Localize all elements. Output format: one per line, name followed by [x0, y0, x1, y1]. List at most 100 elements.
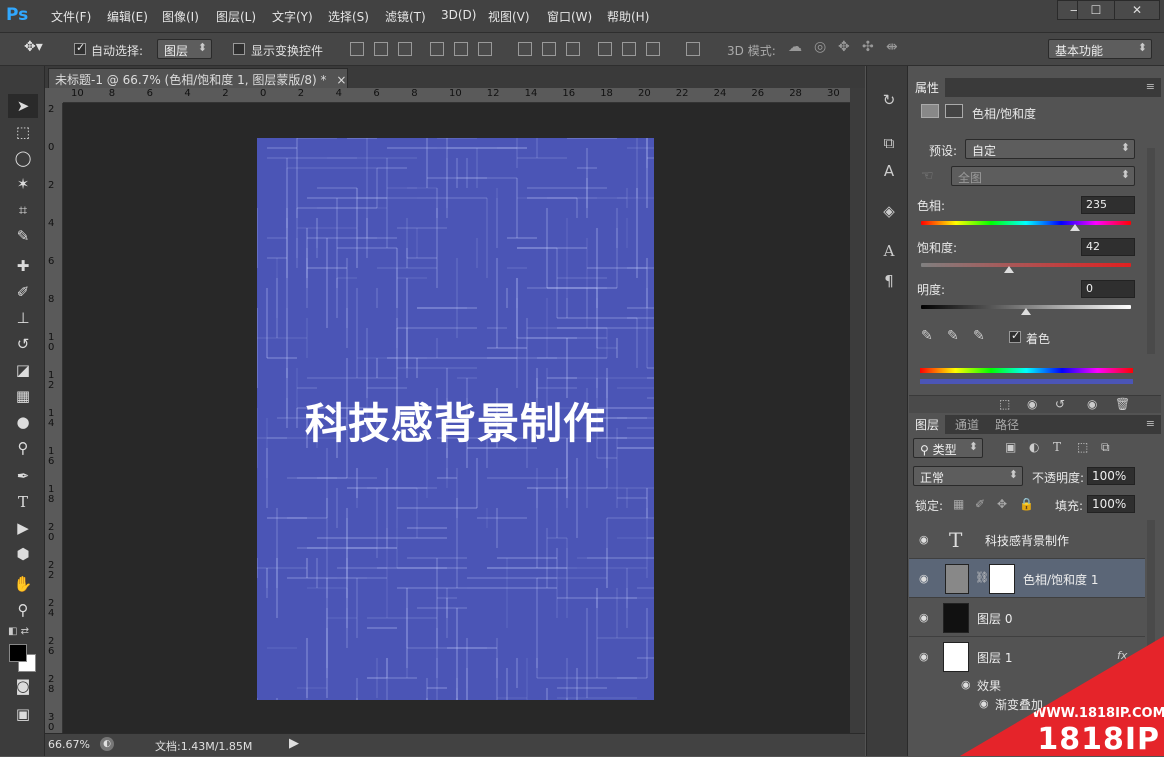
- preset-dropdown[interactable]: 自定: [965, 139, 1135, 159]
- view-previous-state-icon[interactable]: ◉: [1027, 397, 1037, 411]
- align-bottom-icon[interactable]: [398, 42, 412, 56]
- auto-align-icon[interactable]: [686, 42, 700, 56]
- quick-mask-icon[interactable]: ◙: [8, 674, 38, 698]
- 3d-slide-icon[interactable]: ✣: [862, 39, 874, 55]
- eyedropper-add-icon[interactable]: ✎: [947, 328, 959, 344]
- distribute-left-icon[interactable]: [598, 42, 612, 56]
- layer-filter-dropdown[interactable]: ⚲ 类型: [913, 438, 983, 458]
- history-brush-tool-icon[interactable]: ↺: [8, 332, 38, 356]
- align-vcenter-icon[interactable]: [374, 42, 388, 56]
- align-hcenter-icon[interactable]: [454, 42, 468, 56]
- status-info-icon[interactable]: ◐: [100, 737, 114, 751]
- filter-type-icon[interactable]: T: [1053, 440, 1061, 454]
- workspace-dropdown[interactable]: 基本功能: [1048, 39, 1152, 59]
- filter-adjustment-icon[interactable]: ◐: [1029, 440, 1039, 454]
- document-tab-close-icon[interactable]: ×: [336, 73, 346, 87]
- healing-brush-tool-icon[interactable]: ✚: [8, 254, 38, 278]
- menu-filter[interactable]: 滤镜(T): [385, 8, 426, 25]
- character-style-icon[interactable]: A: [877, 162, 901, 184]
- dodge-tool-icon[interactable]: ⚲: [8, 436, 38, 460]
- lasso-tool-icon[interactable]: ◯: [8, 146, 38, 170]
- menu-3d[interactable]: 3D(D): [441, 8, 476, 22]
- close-window-button[interactable]: ✕: [1114, 0, 1160, 20]
- lightness-input[interactable]: 0: [1081, 280, 1135, 298]
- hand-tool-icon[interactable]: ✋: [8, 572, 38, 596]
- lock-transparent-icon[interactable]: ▦: [953, 497, 964, 511]
- canvas-vertical-scrollbar[interactable]: [850, 88, 865, 733]
- saturation-slider-thumb[interactable]: [1004, 266, 1015, 273]
- distribute-right-icon[interactable]: [646, 42, 660, 56]
- pen-tool-icon[interactable]: ✒: [8, 464, 38, 488]
- clone-stamp-tool-icon[interactable]: ⊥: [8, 306, 38, 330]
- lock-position-icon[interactable]: ✥: [997, 497, 1007, 511]
- layer-row-layer0[interactable]: ◉ 图层 0: [909, 598, 1145, 637]
- actions-panel-icon[interactable]: ⧉: [877, 134, 901, 156]
- layer-row-text[interactable]: ◉ T 科技感背景制作: [909, 520, 1145, 559]
- visibility-eye-icon[interactable]: ◉: [919, 611, 929, 624]
- menu-select[interactable]: 选择(S): [328, 8, 369, 25]
- blend-mode-dropdown[interactable]: 正常: [913, 466, 1023, 486]
- eyedropper-tool-icon[interactable]: ✎: [8, 224, 38, 248]
- clip-to-layer-icon[interactable]: ⬚: [999, 397, 1010, 411]
- delete-adjustment-icon[interactable]: 🗑: [1115, 397, 1130, 411]
- colorize-checkbox[interactable]: [1009, 329, 1021, 343]
- targeted-adjustment-hand-icon[interactable]: ☜: [921, 168, 934, 184]
- distribute-top-icon[interactable]: [518, 42, 532, 56]
- 3d-orbit-icon[interactable]: ☁: [788, 39, 802, 55]
- default-colors-icon[interactable]: ◧ ⇄: [8, 626, 29, 637]
- filter-smart-object-icon[interactable]: ⧉: [1101, 440, 1110, 455]
- menu-view[interactable]: 视图(V): [488, 8, 530, 25]
- 3d-panel-icon[interactable]: ◈: [877, 202, 901, 224]
- auto-select-target-dropdown[interactable]: 图层: [157, 39, 212, 59]
- gradient-tool-icon[interactable]: ▦: [8, 384, 38, 408]
- layer-mask-icon[interactable]: [945, 104, 963, 118]
- toggle-visibility-icon[interactable]: ◉: [1087, 397, 1097, 411]
- lightness-slider-thumb[interactable]: [1021, 308, 1031, 315]
- document-canvas[interactable]: 科技感背景制作: [257, 138, 654, 700]
- distribute-bottom-icon[interactable]: [566, 42, 580, 56]
- menu-image[interactable]: 图像(I): [162, 8, 199, 25]
- filter-shape-icon[interactable]: ⬚: [1077, 440, 1088, 454]
- properties-scrollbar[interactable]: [1147, 148, 1155, 354]
- layer-mask-thumbnail[interactable]: [989, 564, 1015, 594]
- shape-tool-icon[interactable]: ⬢: [8, 542, 38, 566]
- path-selection-tool-icon[interactable]: ▶: [8, 516, 38, 540]
- menu-layer[interactable]: 图层(L): [216, 8, 256, 25]
- eyedropper-subtract-icon[interactable]: ✎: [973, 328, 985, 344]
- history-panel-icon[interactable]: ↻: [877, 91, 901, 113]
- layer-row-hue-saturation[interactable]: ◉ ⛓ 色相/饱和度 1: [909, 559, 1145, 598]
- effects-eye-icon[interactable]: ◉: [961, 678, 971, 691]
- hue-input[interactable]: 235: [1081, 196, 1135, 214]
- effect-item-eye-icon[interactable]: ◉: [979, 697, 989, 710]
- crop-tool-icon[interactable]: ⌗: [8, 198, 38, 222]
- hue-slider-thumb[interactable]: [1070, 224, 1081, 231]
- tab-channels[interactable]: 通道: [949, 415, 985, 434]
- menu-type[interactable]: 文字(Y): [272, 8, 313, 25]
- visibility-eye-icon[interactable]: ◉: [919, 533, 929, 546]
- filter-pixel-icon[interactable]: ▣: [1005, 440, 1016, 454]
- tab-properties[interactable]: 属性: [909, 78, 946, 97]
- auto-select-checkbox[interactable]: [74, 41, 86, 55]
- 3d-pan-icon[interactable]: ✥: [838, 39, 850, 55]
- visibility-eye-icon[interactable]: ◉: [919, 650, 929, 663]
- move-tool-icon[interactable]: ➤: [8, 94, 38, 118]
- blur-tool-icon[interactable]: ●: [8, 410, 38, 434]
- status-menu-arrow-icon[interactable]: ▶: [289, 736, 299, 751]
- 3d-roll-icon[interactable]: ◎: [814, 39, 826, 55]
- eyedropper-icon[interactable]: ✎: [921, 328, 933, 344]
- character-panel-icon[interactable]: A: [877, 242, 901, 264]
- layers-panel-menu-icon[interactable]: ≡: [1146, 417, 1155, 430]
- show-transform-checkbox[interactable]: [233, 43, 245, 55]
- reset-adjustment-icon[interactable]: ↺: [1055, 397, 1065, 411]
- eraser-tool-icon[interactable]: ◪: [8, 358, 38, 382]
- tab-paths[interactable]: 路径: [989, 415, 1025, 434]
- zoom-level[interactable]: 66.67%: [48, 738, 90, 751]
- menu-window[interactable]: 窗口(W): [547, 8, 592, 25]
- maximize-button[interactable]: ☐: [1077, 0, 1115, 20]
- 3d-scale-icon[interactable]: ⇼: [886, 39, 898, 55]
- properties-panel-menu-icon[interactable]: ≡: [1146, 80, 1155, 93]
- zoom-tool-icon[interactable]: ⚲: [8, 598, 38, 622]
- tab-layers[interactable]: 图层: [909, 415, 946, 434]
- lock-all-icon[interactable]: 🔒: [1019, 497, 1034, 511]
- align-top-icon[interactable]: [350, 42, 364, 56]
